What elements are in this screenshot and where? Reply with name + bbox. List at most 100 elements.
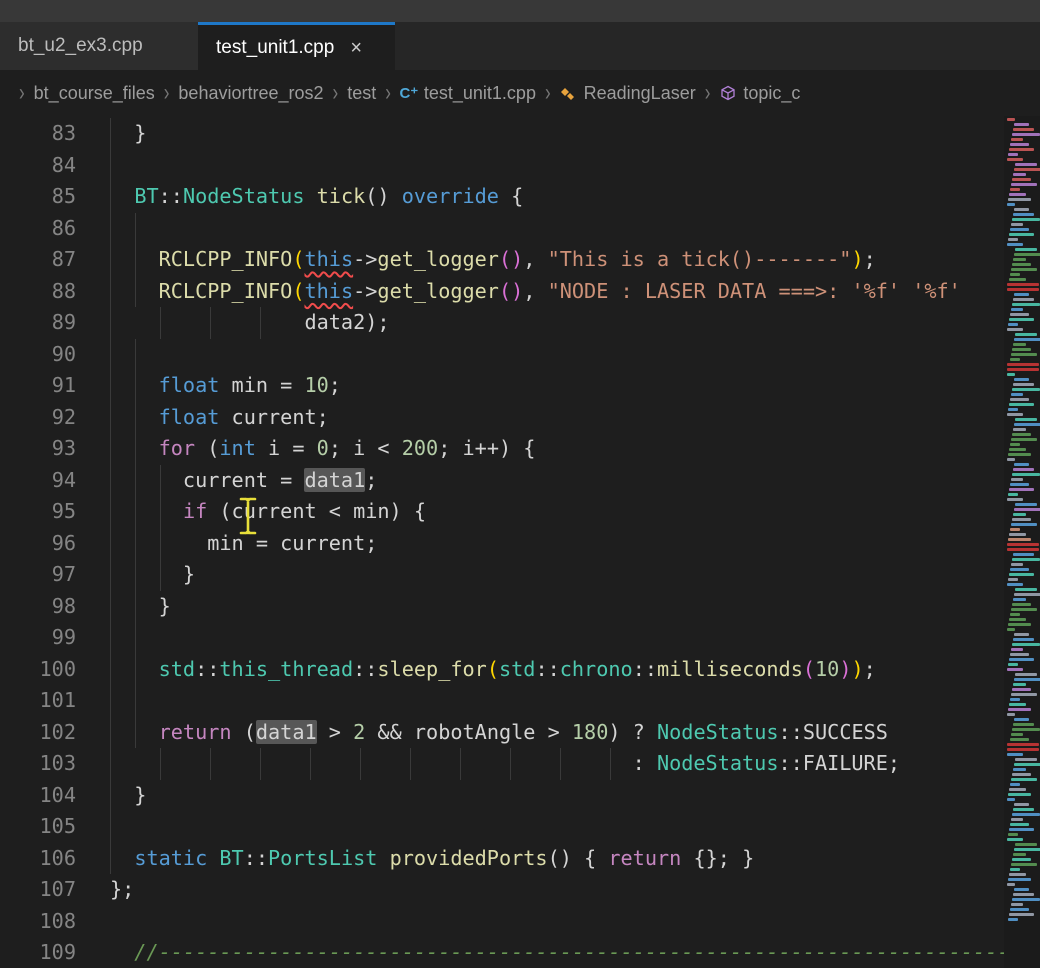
code-line-107[interactable]: 107}; (0, 874, 1004, 906)
code-line-105[interactable]: 105 (0, 811, 1004, 843)
code-token[interactable]: 200 (402, 436, 438, 460)
code-line-109[interactable]: 109 //----------------------------------… (0, 937, 1004, 968)
code-line-100[interactable]: 100 std::this_thread::sleep_for(std::chr… (0, 654, 1004, 686)
line-number[interactable]: 104 (0, 780, 110, 812)
code-token[interactable]: NodeStatus (657, 751, 779, 775)
code-token[interactable]: data1 (256, 720, 317, 744)
breadcrumb-item-topic_c[interactable]: topic_c (719, 83, 800, 104)
code-token[interactable]: tick (317, 184, 366, 208)
breadcrumb-item-bt_course_files[interactable]: bt_course_files (34, 83, 155, 104)
code-token[interactable]: ; i < (329, 436, 402, 460)
code-token[interactable]: ( (803, 657, 815, 681)
code-line-99[interactable]: 99 (0, 622, 1004, 654)
code-token[interactable]: //--------------------------------------… (110, 940, 1004, 964)
code-text[interactable]: } (110, 591, 171, 623)
code-token[interactable]: min = current; (110, 531, 377, 555)
code-token[interactable]: current = (110, 468, 304, 492)
code-text[interactable]: if (current < min) { (110, 496, 426, 528)
code-line-85[interactable]: 85 BT::NodeStatus tick() override { (0, 181, 1004, 213)
code-text[interactable]: current = data1; (110, 465, 377, 497)
code-line-95[interactable]: 95 if (current < min) { (0, 496, 1004, 528)
line-number[interactable]: 85 (0, 181, 110, 213)
code-line-90[interactable]: 90 (0, 339, 1004, 371)
line-number[interactable]: 95 (0, 496, 110, 528)
line-number[interactable]: 84 (0, 150, 110, 182)
code-token[interactable]: data2); (110, 310, 390, 334)
line-number[interactable]: 86 (0, 213, 110, 245)
code-token[interactable]: (current < min) { (207, 499, 426, 523)
code-token[interactable]: return (608, 846, 681, 870)
code-token[interactable]: this (304, 247, 353, 271)
code-area[interactable]: 83 }8485 BT::NodeStatus tick() override … (0, 116, 1004, 968)
tab-bt-u2-ex3[interactable]: bt_u2_ex3.cpp (0, 22, 198, 70)
code-token[interactable]: > (317, 720, 353, 744)
code-token[interactable]: return (159, 720, 232, 744)
minimap[interactable] (1004, 116, 1040, 968)
line-number[interactable]: 106 (0, 843, 110, 875)
code-token[interactable]: } (110, 594, 171, 618)
line-number[interactable]: 97 (0, 559, 110, 591)
code-line-83[interactable]: 83 } (0, 118, 1004, 150)
breadcrumb-item-test[interactable]: test (347, 83, 376, 104)
code-token[interactable]: ) (839, 657, 851, 681)
code-token[interactable]: get_logger (377, 279, 499, 303)
code-token[interactable]: ) ? (608, 720, 657, 744)
code-line-102[interactable]: 102 return (data1 > 2 && robotAngle > 18… (0, 717, 1004, 749)
code-token[interactable]: ; i++) { (438, 436, 535, 460)
code-token[interactable]: :: (633, 657, 657, 681)
code-line-104[interactable]: 104 } (0, 780, 1004, 812)
code-token[interactable]: min = (219, 373, 304, 397)
code-token[interactable]: 180 (572, 720, 608, 744)
code-token[interactable]: ::SUCCESS (779, 720, 888, 744)
code-token[interactable]: this (304, 279, 353, 303)
code-token[interactable]: RCLCPP_INFO (159, 247, 293, 271)
line-number[interactable]: 89 (0, 307, 110, 339)
code-line-94[interactable]: 94 current = data1; (0, 465, 1004, 497)
code-line-93[interactable]: 93 for (int i = 0; i < 200; i++) { (0, 433, 1004, 465)
code-token[interactable]: NodeStatus (183, 184, 305, 208)
code-token[interactable]: :: (195, 657, 219, 681)
code-token[interactable]: providedPorts (390, 846, 548, 870)
code-text[interactable]: RCLCPP_INFO(this->get_logger(), "This is… (110, 244, 876, 276)
code-text[interactable]: } (110, 118, 146, 150)
code-text[interactable]: BT::NodeStatus tick() override { (110, 181, 523, 213)
code-token[interactable] (110, 499, 183, 523)
line-number[interactable]: 108 (0, 906, 110, 938)
code-token[interactable]: ( (487, 657, 499, 681)
code-token[interactable]: () (499, 279, 523, 303)
code-token[interactable] (377, 846, 389, 870)
code-token[interactable]: float (159, 405, 220, 429)
code-line-106[interactable]: 106 static BT::PortsList providedPorts()… (0, 843, 1004, 875)
line-number[interactable]: 91 (0, 370, 110, 402)
code-token[interactable]: ) (851, 657, 863, 681)
code-token[interactable]: {}; } (681, 846, 754, 870)
code-token[interactable]: NodeStatus (657, 720, 779, 744)
code-token[interactable]: , (523, 247, 547, 271)
line-number[interactable]: 92 (0, 402, 110, 434)
tab-test-unit1[interactable]: test_unit1.cpp × (198, 22, 395, 70)
close-icon[interactable]: × (350, 38, 362, 58)
line-number[interactable]: 94 (0, 465, 110, 497)
code-token[interactable]: -> (353, 247, 377, 271)
code-line-108[interactable]: 108 (0, 906, 1004, 938)
code-token[interactable]: milliseconds (657, 657, 803, 681)
code-token[interactable]: ; (864, 657, 876, 681)
code-token[interactable]: float (159, 373, 220, 397)
breadcrumb-item-behaviortree_ros2[interactable]: behaviortree_ros2 (178, 83, 323, 104)
code-token[interactable]: , (523, 279, 547, 303)
code-token[interactable]: BT (219, 846, 243, 870)
code-token[interactable]: if (183, 499, 207, 523)
code-text[interactable]: } (110, 780, 146, 812)
line-number[interactable]: 101 (0, 685, 110, 717)
code-token[interactable]: ; (365, 468, 377, 492)
code-token[interactable]: int (219, 436, 255, 460)
line-number[interactable]: 107 (0, 874, 110, 906)
code-text[interactable]: static BT::PortsList providedPorts() { r… (110, 843, 754, 875)
code-token[interactable]: ; (864, 247, 876, 271)
code-token[interactable]: ::FAILURE; (778, 751, 900, 775)
code-token[interactable]: ( (292, 279, 304, 303)
breadcrumb-item-test_unit1.cpp[interactable]: C⁺test_unit1.cpp (400, 83, 536, 104)
code-token[interactable]: () (365, 184, 401, 208)
line-number[interactable]: 83 (0, 118, 110, 150)
code-text[interactable]: float min = 10; (110, 370, 341, 402)
